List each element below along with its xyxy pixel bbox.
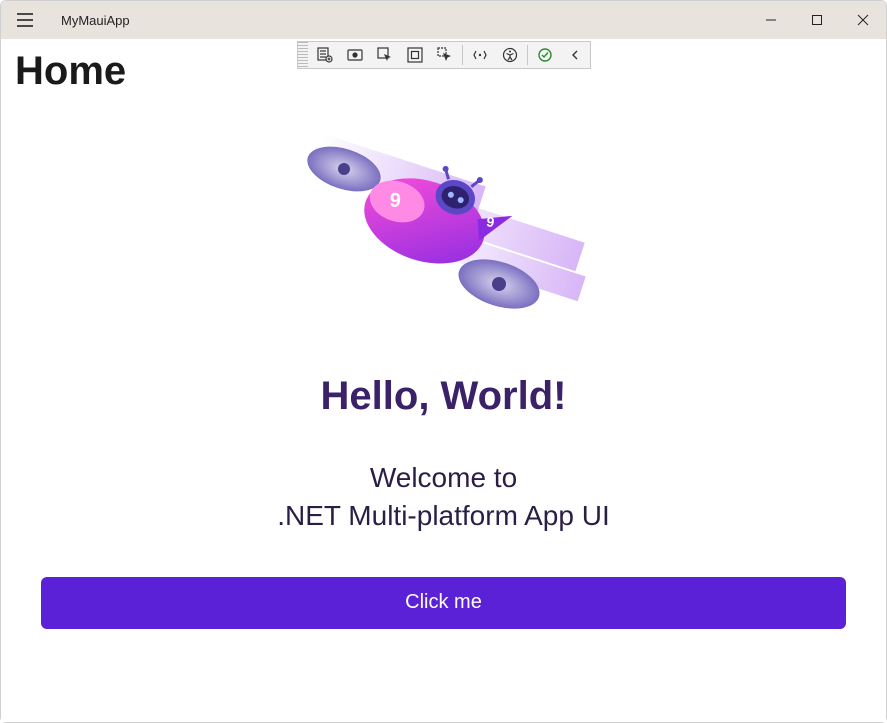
close-icon — [857, 14, 869, 26]
layout-adorners-icon — [407, 47, 423, 63]
xaml-debug-toolbar[interactable] — [297, 41, 591, 69]
click-me-button[interactable]: Click me — [41, 577, 846, 629]
subhead-line1: Welcome to — [370, 462, 517, 493]
main-stack: 9 9 — [1, 94, 886, 722]
track-focus-button[interactable] — [430, 42, 460, 68]
binding-diagnostics-button[interactable] — [465, 42, 495, 68]
app-title: MyMauiApp — [61, 13, 130, 28]
layout-adorners-button[interactable] — [400, 42, 430, 68]
live-visual-tree-icon — [317, 47, 333, 63]
live-visual-tree-button[interactable] — [310, 42, 340, 68]
subheadline-text: Welcome to .NET Multi-platform App UI — [277, 459, 609, 535]
hot-reload-icon — [347, 47, 363, 63]
svg-text:9: 9 — [388, 189, 401, 212]
select-element-icon — [377, 47, 393, 63]
chevron-left-icon — [569, 49, 581, 61]
hero-image: 9 9 — [274, 114, 614, 334]
select-element-button[interactable] — [370, 42, 400, 68]
toolbar-separator — [462, 45, 463, 65]
hot-reload-button[interactable] — [340, 42, 370, 68]
titlebar: MyMauiApp — [1, 1, 886, 39]
dotnet-bot-drone-icon: 9 9 — [274, 114, 614, 334]
maximize-icon — [811, 14, 823, 26]
minimize-icon — [765, 14, 777, 26]
page-content: Home — [1, 39, 886, 722]
accessibility-button[interactable] — [495, 42, 525, 68]
app-window: MyMauiApp — [0, 0, 887, 723]
hot-reload-status-button[interactable] — [530, 42, 560, 68]
hamburger-icon — [16, 13, 34, 27]
toolbar-separator — [527, 45, 528, 65]
maximize-button[interactable] — [794, 1, 840, 39]
accessibility-icon — [502, 47, 518, 63]
toolbar-grip[interactable] — [298, 42, 308, 68]
hot-reload-status-icon — [537, 47, 553, 63]
hamburger-menu-button[interactable] — [1, 1, 49, 39]
subhead-line2: .NET Multi-platform App UI — [277, 500, 609, 531]
window-controls — [748, 1, 886, 39]
close-button[interactable] — [840, 1, 886, 39]
binding-diagnostics-icon — [472, 47, 488, 63]
track-focus-icon — [437, 47, 453, 63]
collapse-toolbar-button[interactable] — [560, 42, 590, 68]
headline-text: Hello, World! — [321, 374, 567, 419]
minimize-button[interactable] — [748, 1, 794, 39]
